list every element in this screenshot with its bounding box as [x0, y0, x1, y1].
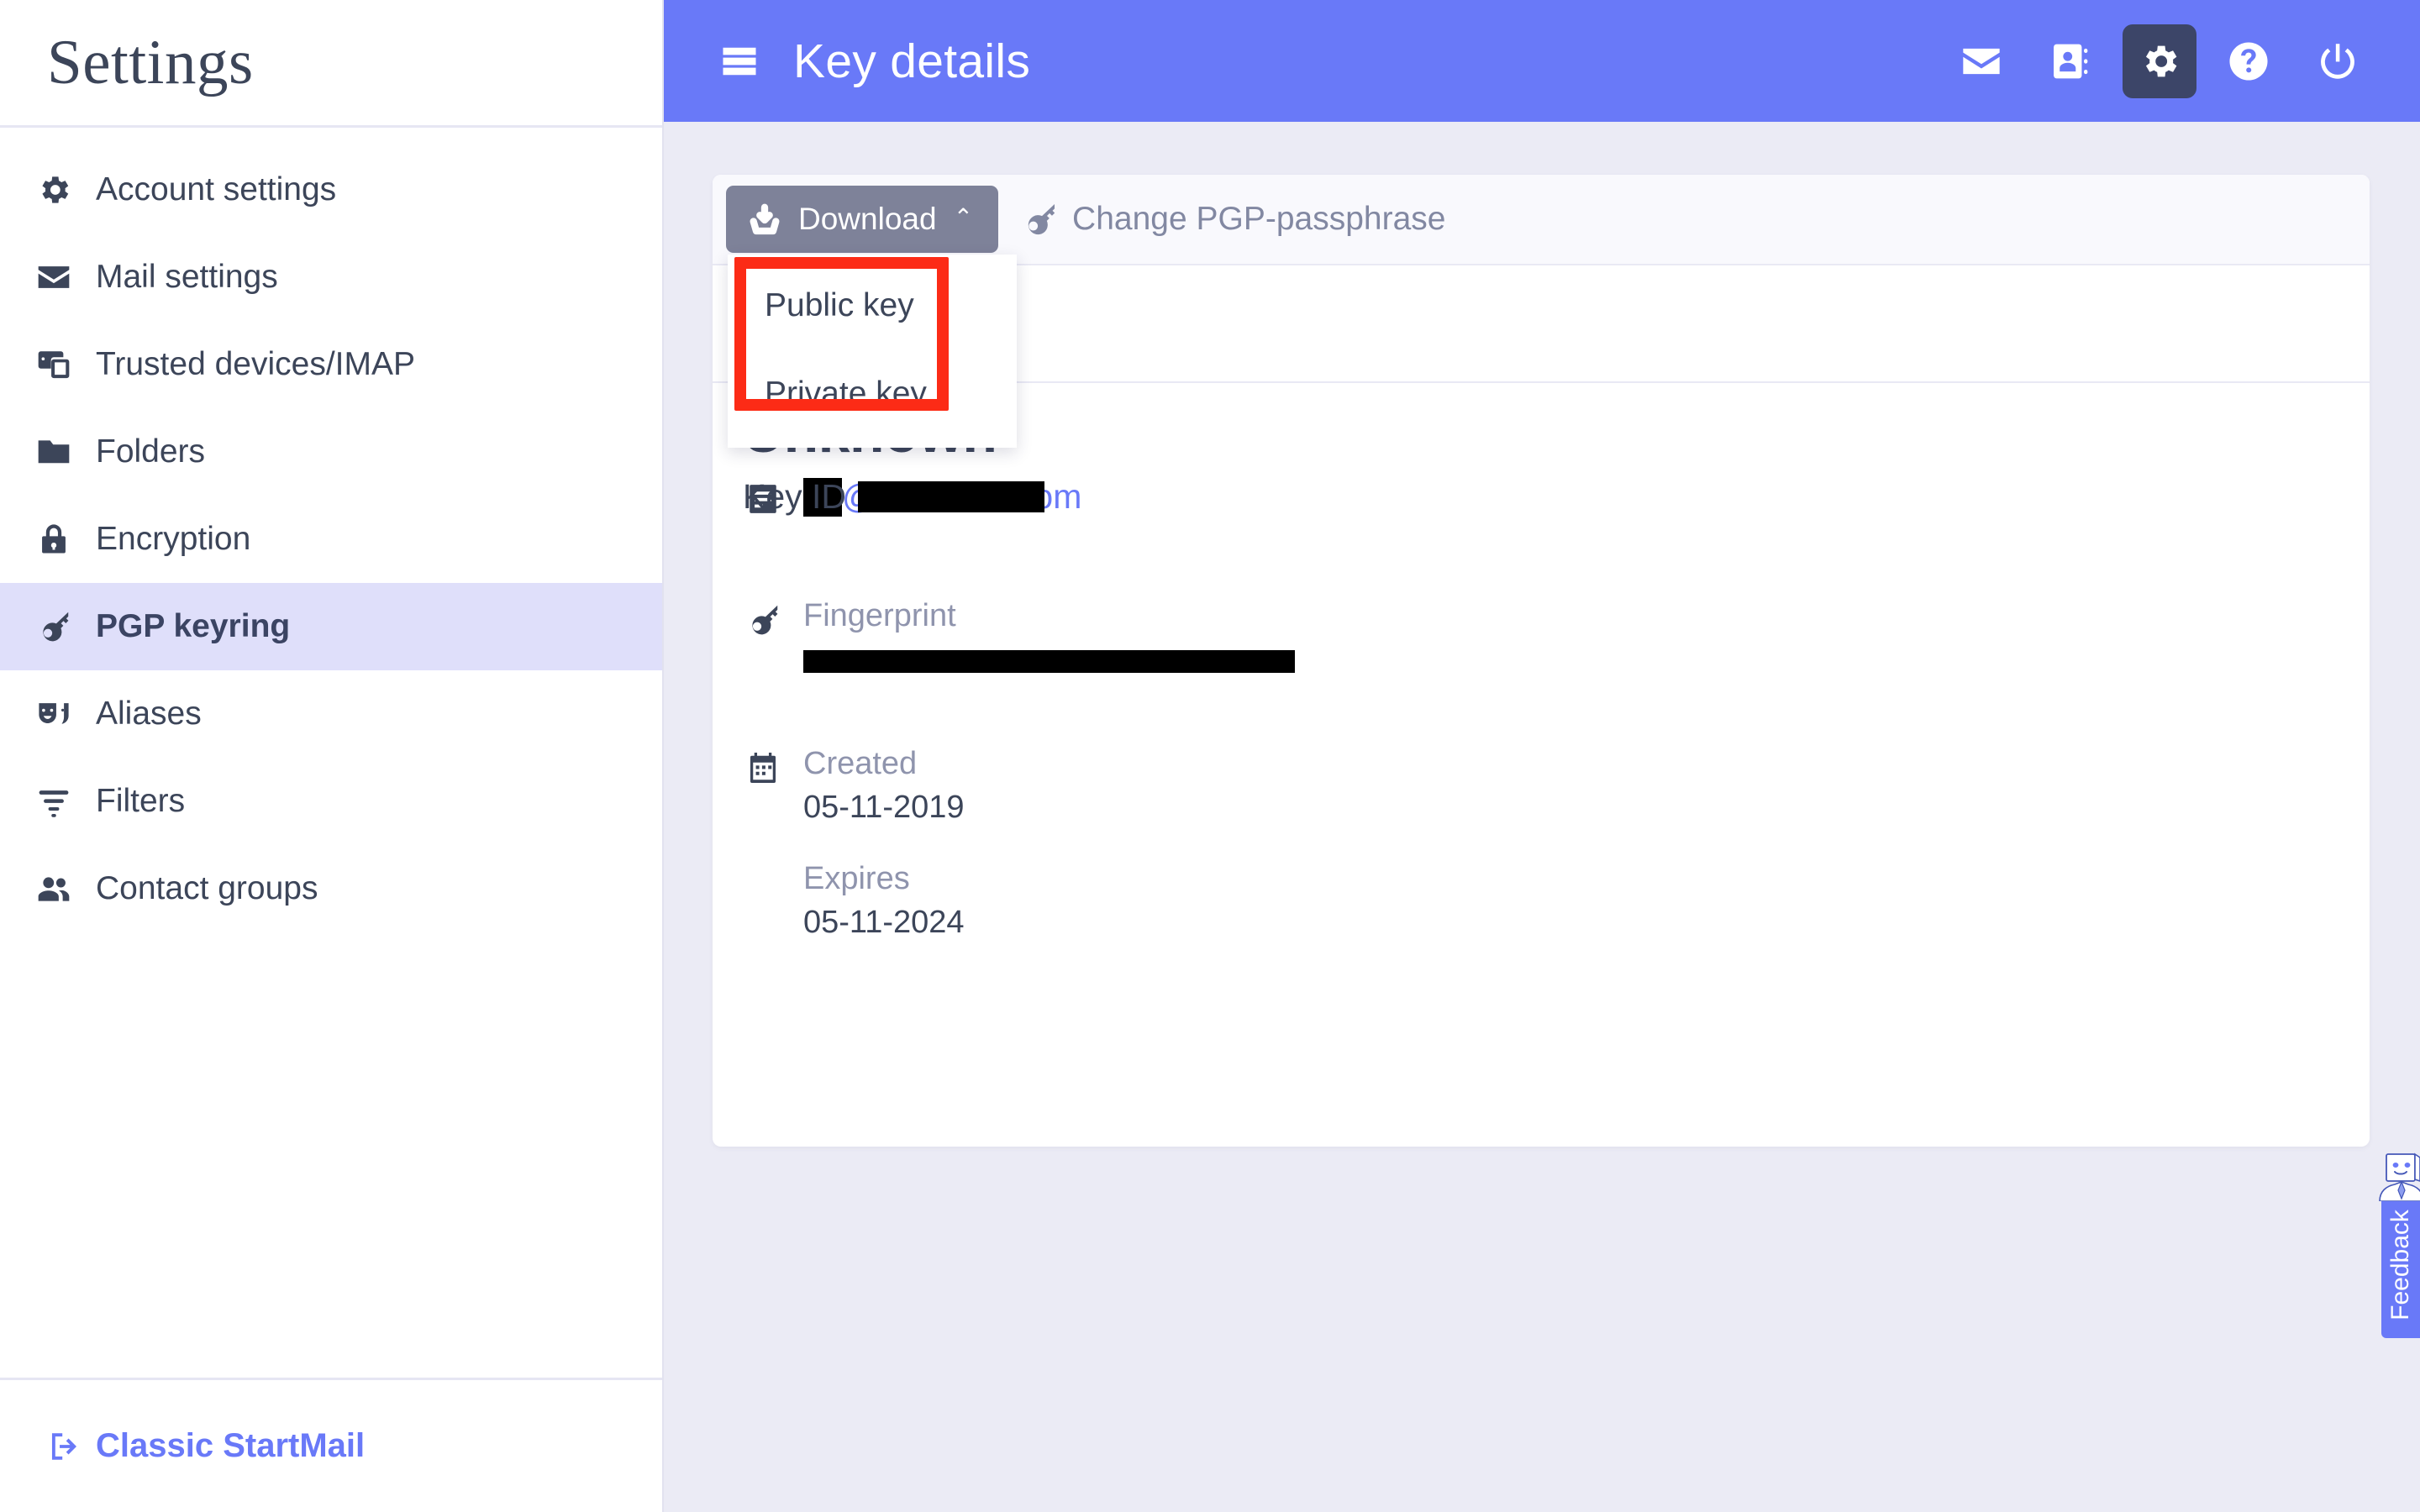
masks-icon — [34, 694, 74, 734]
fingerprint-row: Fingerprint — [713, 598, 2370, 677]
devices-icon — [34, 344, 74, 385]
envelope-icon — [34, 257, 74, 297]
hamburger-icon[interactable] — [716, 38, 763, 85]
dates-body: Created 05-11-2019 Expires 05-11-2024 — [803, 746, 2370, 944]
key-id-label: Key ID — [743, 477, 847, 516]
expires-value: 05-11-2024 — [803, 905, 965, 941]
change-passphrase-button[interactable]: Change PGP-passphrase — [1020, 200, 1445, 239]
sidebar-nav: Account settings Mail settings Trusted d… — [0, 128, 662, 1378]
sidebar-item-trusted-devices[interactable]: Trusted devices/IMAP — [0, 321, 662, 408]
chevron-up-icon: ⌃ — [953, 204, 974, 230]
sidebar-item-label: Filters — [96, 783, 186, 819]
dropdown-item-private-key[interactable]: Private key — [728, 349, 1017, 438]
fingerprint-label: Fingerprint — [803, 598, 956, 633]
download-button[interactable]: Download ⌃ — [726, 186, 999, 253]
sidebar-header: Settings — [0, 0, 662, 128]
page-title: Settings — [47, 27, 254, 97]
download-icon — [750, 203, 780, 235]
sidebar-item-label: Trusted devices/IMAP — [96, 346, 416, 382]
calendar-icon — [743, 746, 783, 786]
people-icon — [34, 869, 74, 909]
sidebar-item-aliases[interactable]: Aliases — [0, 670, 662, 758]
sidebar-item-label: Encryption — [96, 521, 251, 557]
classic-startmail-label: Classic StartMail — [96, 1427, 366, 1464]
sidebar-item-mail-settings[interactable]: Mail settings — [0, 234, 662, 321]
help-icon[interactable] — [2212, 24, 2286, 98]
key-id-row: Key ID — [743, 477, 1045, 517]
fingerprint-body: Fingerprint — [803, 598, 2370, 677]
dropdown-item-public-key[interactable]: Public key — [728, 261, 1017, 349]
key-icon — [34, 606, 74, 647]
key-details-card: Download ⌃ Public key Private key Change… — [713, 175, 2370, 1147]
key-icon — [743, 598, 783, 638]
sidebar-item-label: Mail settings — [96, 259, 278, 295]
gear-icon[interactable] — [2123, 24, 2196, 98]
sidebar-item-contact-groups[interactable]: Contact groups — [0, 845, 662, 932]
created-value: 05-11-2019 — [803, 790, 965, 826]
sidebar-item-folders[interactable]: Folders — [0, 408, 662, 496]
created-label: Created — [803, 745, 918, 781]
main-content: Download ⌃ Public key Private key Change… — [664, 122, 2420, 1512]
sidebar-item-account-settings[interactable]: Account settings — [0, 146, 662, 234]
download-dropdown: Public key Private key — [728, 255, 1017, 448]
feedback-mascot-icon — [2375, 1152, 2420, 1201]
sidebar-item-label: Aliases — [96, 696, 202, 732]
key-id-redacted-value — [858, 481, 1045, 512]
power-icon[interactable] — [2301, 24, 2375, 98]
key-detail-section: Unknown Key ID @startmail.com — [713, 401, 2370, 995]
sidebar-item-label: Account settings — [96, 171, 337, 207]
exit-icon — [47, 1429, 82, 1464]
sidebar-item-label: Contact groups — [96, 870, 318, 906]
dates-row: Created 05-11-2019 Expires 05-11-2024 — [713, 746, 2370, 944]
feedback-tab[interactable]: Feedback — [2379, 1152, 2420, 1338]
lock-icon — [34, 519, 74, 559]
mail-icon[interactable] — [1944, 24, 2018, 98]
download-menu: Download ⌃ Public key Private key — [726, 186, 1017, 448]
expires-label: Expires — [803, 860, 910, 896]
header-title: Key details — [793, 34, 1031, 88]
key-icon — [1020, 200, 1059, 239]
download-label: Download — [798, 202, 937, 236]
filter-icon — [34, 781, 74, 822]
sidebar-item-label: PGP keyring — [96, 608, 291, 644]
change-passphrase-label: Change PGP-passphrase — [1072, 201, 1446, 237]
sidebar-item-encryption[interactable]: Encryption — [0, 496, 662, 583]
sidebar-item-filters[interactable]: Filters — [0, 758, 662, 845]
sidebar-item-pgp-keyring[interactable]: PGP keyring — [0, 583, 662, 670]
folder-icon — [34, 432, 74, 472]
gear-icon — [34, 170, 74, 210]
card-toolbar: Download ⌃ Public key Private key Change… — [713, 175, 2370, 448]
app-root: Settings Account settings Mail settings — [0, 0, 2420, 1512]
settings-sidebar: Settings Account settings Mail settings — [0, 0, 664, 1512]
app-header: Key details — [664, 0, 2420, 122]
header-actions — [1944, 24, 2375, 98]
sidebar-item-label: Folders — [96, 433, 206, 470]
fingerprint-redacted-value — [803, 649, 1295, 673]
contacts-icon[interactable] — [2033, 24, 2107, 98]
classic-startmail-link[interactable]: Classic StartMail — [0, 1378, 662, 1512]
feedback-label: Feedback — [2386, 1209, 2414, 1320]
